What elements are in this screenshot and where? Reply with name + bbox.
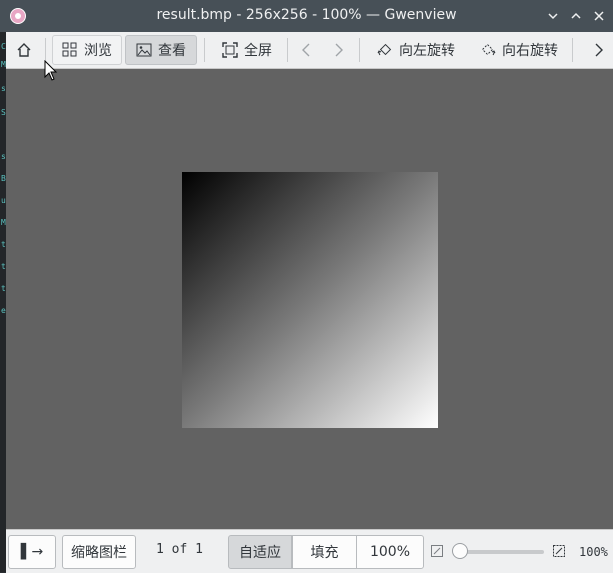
minimize-button[interactable] [543,6,563,26]
grid-icon [62,42,77,57]
image-viewer[interactable] [6,69,613,529]
toolbar-separator [572,38,573,62]
toolbar-separator [45,38,46,62]
zoom-slider-track[interactable] [459,550,544,554]
zoom-out-icon[interactable] [431,545,443,557]
chevron-right-icon [335,43,343,57]
page-counter: 1 of 1 [156,542,203,557]
toggle-sidebar-button[interactable]: ▌→ [8,535,56,569]
home-icon [17,43,31,57]
zoom-value: 100% [579,545,608,559]
zoom-fill-button[interactable]: 填充 [292,535,356,569]
toolbar-separator [287,38,288,62]
mouse-cursor-icon [44,60,58,81]
image-icon [136,43,152,57]
toolbar-separator [204,38,205,62]
chevron-left-icon [302,43,310,57]
chevron-down-icon [548,13,558,20]
title-bar[interactable]: result.bmp - 256x256 - 100% — Gwenview [0,0,613,32]
browse-label: 浏览 [84,43,112,59]
rotate-right-label: 向右旋转 [502,43,558,59]
home-button[interactable] [10,35,38,65]
chevron-right-icon [595,43,603,57]
fullscreen-icon [222,42,238,58]
main-toolbar: 浏览 查看 全屏 向左旋转 向右旋转 [6,32,613,69]
previous-button[interactable] [293,35,319,65]
displayed-image[interactable] [182,172,438,428]
browse-button[interactable]: 浏览 [52,35,122,65]
thumbnail-bar-button[interactable]: 缩略图栏 [62,535,136,569]
fullscreen-button[interactable]: 全屏 [211,35,283,65]
chevron-up-icon [571,12,581,19]
close-icon [594,11,604,21]
rotate-left-icon [377,43,392,56]
fullscreen-label: 全屏 [244,43,272,59]
gwenview-window: result.bmp - 256x256 - 100% — Gwenview 浏… [0,0,613,573]
zoom-slider-handle[interactable] [452,543,468,559]
view-label: 查看 [158,43,186,59]
rotate-left-button[interactable]: 向左旋转 [368,35,464,65]
status-bar: ▌→ 缩略图栏 1 of 1 自适应 填充 100% 100% [6,529,613,573]
toolbar-separator [359,38,360,62]
window-title: result.bmp - 256x256 - 100% — Gwenview [156,7,457,23]
toolbar-overflow-button[interactable] [589,35,609,65]
close-button[interactable] [589,6,609,26]
zoom-in-icon[interactable] [553,545,565,557]
next-button[interactable] [326,35,352,65]
rotate-right-button[interactable]: 向右旋转 [471,35,567,65]
zoom-fit-button[interactable]: 自适应 [228,535,292,569]
view-button[interactable]: 查看 [125,35,197,65]
maximize-button[interactable] [566,6,586,26]
rotate-left-label: 向左旋转 [399,43,455,59]
zoom-100-button[interactable]: 100% [356,535,424,569]
rotate-right-icon [481,43,496,56]
